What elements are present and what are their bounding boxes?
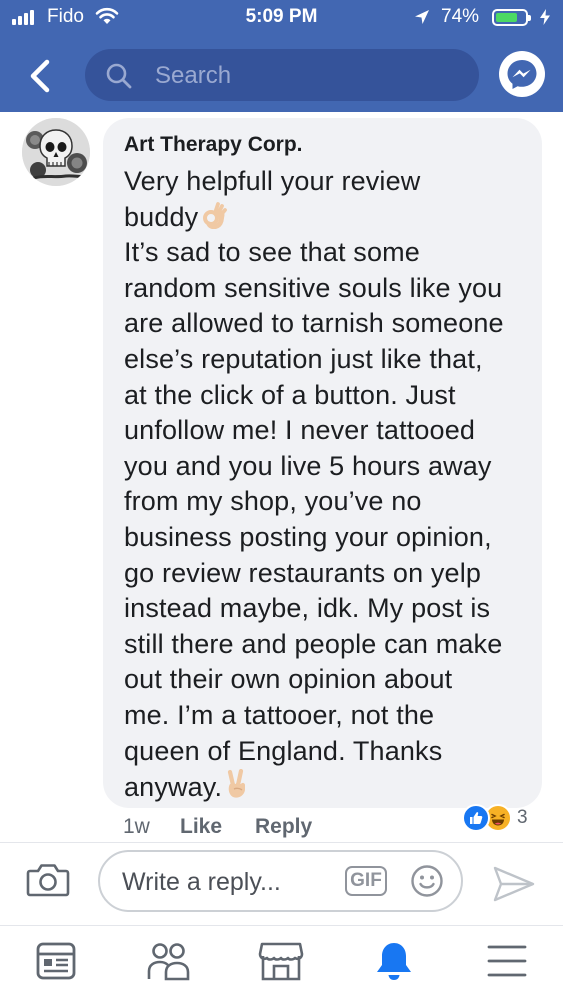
comment-line: business posting your opinion,	[124, 521, 492, 552]
nav-notifications[interactable]	[371, 938, 417, 984]
messenger-button[interactable]	[499, 51, 545, 97]
like-button[interactable]: Like	[180, 815, 222, 841]
comment-line: random sensitive souls like you	[124, 272, 503, 303]
comment-line: else’s reputation just like that,	[124, 343, 483, 374]
comment-line: you and you live 5 hours away	[124, 450, 492, 481]
charging-bolt-icon	[540, 9, 550, 25]
nav-marketplace[interactable]	[258, 938, 304, 984]
nav-news-feed[interactable]	[33, 938, 79, 984]
reply-placeholder: Write a reply...	[122, 868, 281, 896]
search-placeholder: Search	[155, 62, 232, 89]
comment-timestamp: 1w	[123, 815, 150, 838]
battery-icon	[492, 9, 531, 26]
victory-hand-emoji	[228, 769, 246, 798]
reaction-summary[interactable]: 3	[462, 803, 528, 833]
nav-menu[interactable]	[484, 938, 530, 984]
comment-line: me. I’m a tattooer, not the	[124, 699, 435, 730]
comment-body: Very helpfull your review buddy It’s sad…	[124, 164, 534, 806]
status-bar: Fido 5:09 PM 74%	[0, 0, 563, 38]
messenger-icon	[507, 60, 537, 89]
comment-line: go review restaurants on yelp	[124, 557, 482, 588]
camera-icon[interactable]	[26, 861, 70, 897]
divider	[0, 842, 563, 843]
menu-icon	[487, 945, 527, 977]
location-arrow-icon	[415, 10, 429, 24]
reaction-count: 3	[517, 807, 528, 828]
comment-line: It’s sad to see that some	[124, 237, 420, 268]
like-reaction-icon	[462, 804, 490, 832]
reply-input[interactable]: Write a reply... GIF	[98, 850, 463, 912]
emoji-icon[interactable]	[410, 864, 444, 898]
comment-line: out their own opinion about	[124, 664, 453, 695]
comment-line: anyway.	[124, 772, 223, 803]
nav-groups[interactable]	[146, 938, 192, 984]
news-feed-icon	[36, 942, 76, 980]
top-bar: Fido 5:09 PM 74% Search	[0, 0, 563, 112]
notifications-icon	[377, 943, 411, 980]
comment-author[interactable]: Art Therapy Corp.	[124, 133, 303, 157]
comment-line: at the click of a button. Just	[124, 379, 456, 410]
battery-percent: 74%	[441, 6, 480, 27]
gif-button[interactable]: GIF	[345, 866, 387, 896]
comment-line: still there and people can make	[124, 628, 503, 659]
comment-line: are allowed to tarnish someone	[124, 308, 504, 339]
comment-line: unfollow me! I never tattooed	[124, 415, 476, 446]
skull-rose-avatar-image	[22, 118, 90, 186]
avatar[interactable]	[22, 118, 90, 186]
reply-button[interactable]: Reply	[255, 815, 312, 841]
groups-icon	[147, 943, 190, 981]
marketplace-icon	[258, 942, 304, 981]
back-chevron-icon[interactable]	[22, 56, 62, 96]
comment-line: buddy	[124, 201, 199, 232]
search-bar[interactable]: Search	[85, 49, 479, 101]
comment-line-with-emoji: anyway.	[124, 769, 534, 806]
search-icon	[106, 63, 132, 89]
comment-line-with-emoji: buddy	[124, 200, 534, 236]
ok-hand-emoji	[203, 201, 228, 229]
comment-line: queen of England. Thanks	[124, 735, 443, 766]
send-icon[interactable]	[492, 864, 536, 904]
comment-line: Very helpfull your review	[124, 166, 421, 196]
comment-bubble: Art Therapy Corp. Very helpfull your rev…	[103, 118, 542, 808]
comment-line: instead maybe, idk. My post is	[124, 593, 491, 624]
divider	[0, 925, 563, 926]
comment-line: from my shop, you’ve no	[124, 486, 422, 517]
